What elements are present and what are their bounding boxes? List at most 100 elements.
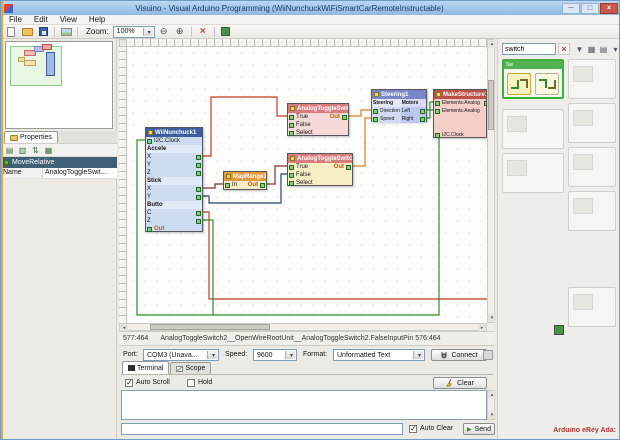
close-button[interactable]: × (600, 2, 618, 14)
auto-clear-checkbox[interactable] (409, 424, 417, 433)
pin-accel-y[interactable] (196, 162, 201, 168)
toolbox-item-digitaltoggleswitch[interactable] (535, 73, 559, 95)
pin-out[interactable] (483, 100, 486, 106)
block-analogtoggleswitch2[interactable]: AnalogToggleSwitch2 True Out False Select (287, 153, 353, 186)
menu-help[interactable]: Help (83, 15, 111, 24)
clear-button[interactable]: Clear (433, 377, 487, 389)
pin-accel-z[interactable] (196, 170, 201, 176)
table-view-icon[interactable]: ▦ (43, 145, 54, 156)
clear-search-icon[interactable]: × (558, 43, 570, 55)
maximize-button[interactable]: □ (581, 2, 599, 14)
canvas-vertical-scrollbar[interactable]: ▴ ▾ (487, 39, 496, 323)
pin-button-z[interactable] (196, 218, 201, 224)
pin-select[interactable] (289, 130, 294, 136)
wire[interactable] (203, 219, 214, 315)
pin-element1[interactable] (435, 100, 440, 106)
auto-scroll-checkbox[interactable] (125, 378, 133, 387)
panel-settings-icon[interactable] (483, 350, 493, 360)
canvas-horizontal-scrollbar[interactable]: ◂ ▸ (119, 323, 487, 332)
toolbox-group-switches[interactable]: Sw (502, 59, 564, 99)
toolbox-search-input[interactable] (502, 43, 556, 55)
zoom-combobox[interactable]: 100% (112, 25, 155, 38)
delete-button[interactable]: × (196, 26, 210, 38)
title-bar[interactable]: Visuino - Visual Arduino Programming (Wi… (1, 1, 619, 15)
terminal-output[interactable] (121, 390, 487, 420)
toolbox-group-disabled[interactable] (568, 191, 616, 231)
block-steering1[interactable]: Steering1 Steering Direction Speed Motor… (371, 89, 427, 123)
scroll-up-icon[interactable]: ▴ (488, 40, 496, 48)
pin-i2c-clock[interactable] (147, 138, 152, 144)
hold-checkbox[interactable] (187, 379, 195, 387)
toolbox-grid-view-icon[interactable]: ▦ (586, 43, 597, 55)
toolbox-group-disabled[interactable] (568, 287, 616, 327)
pin-out[interactable] (342, 114, 347, 120)
scroll-up-icon[interactable]: ▴ (488, 391, 496, 399)
pin-false[interactable] (289, 172, 294, 178)
toolbox-collapse-icon[interactable]: ▾ (610, 43, 619, 55)
tab-scope[interactable]: Scope (170, 362, 212, 374)
menu-edit[interactable]: Edit (28, 15, 54, 24)
filter-funnel-icon[interactable]: ▼ (574, 43, 585, 55)
property-value-cell[interactable]: AnalogToggleSwit... (43, 168, 117, 178)
wire[interactable] (353, 117, 371, 167)
sort-icon[interactable]: ⇅ (30, 145, 41, 156)
export-image-button[interactable] (59, 26, 73, 38)
scrollbar-thumb[interactable] (150, 324, 270, 330)
scroll-down-icon[interactable]: ▾ (488, 314, 496, 322)
category-view-icon[interactable]: ▤ (4, 145, 15, 156)
pin-direction[interactable] (373, 108, 378, 114)
block-maprange1[interactable]: MapRange1 In Out (223, 171, 267, 190)
pin-left[interactable] (420, 108, 425, 114)
format-combobox[interactable]: Unformatted Text (333, 349, 425, 361)
block-wiinunchuck1[interactable]: WiiNunchuck1 I2C.Clock Accele X Y Z Stic… (145, 127, 203, 232)
pin-i2c-clock[interactable] (435, 132, 440, 138)
tab-terminal[interactable]: Terminal (122, 361, 170, 374)
pin-in[interactable] (225, 182, 230, 188)
port-combobox[interactable]: COM3 (Unava... (143, 349, 219, 361)
board-select-button[interactable] (219, 26, 233, 38)
toolbox-group-disabled[interactable] (568, 59, 616, 99)
speed-combobox[interactable]: 9600 (253, 349, 297, 361)
pin-true[interactable] (289, 164, 294, 170)
minimize-button[interactable]: ─ (562, 2, 580, 14)
pin-out[interactable] (346, 164, 351, 170)
scrollbar-thumb[interactable] (488, 80, 494, 130)
tab-properties[interactable]: Properties (4, 131, 58, 143)
overview-minimap[interactable] (5, 41, 113, 129)
connect-button[interactable]: Connect (431, 349, 487, 361)
properties-object-header[interactable]: MoveRelative (1, 157, 117, 168)
toolbox-item-analogtoggleswitch[interactable] (507, 73, 531, 95)
row-view-icon[interactable]: ▥ (17, 145, 28, 156)
pin-false[interactable] (289, 122, 294, 128)
block-analogtoggleswitch1[interactable]: AnalogToggleSwitch1 True Out False Select (287, 103, 349, 136)
diagram-area[interactable]: WiiNunchuck1 I2C.Clock Accele X Y Z Stic… (127, 47, 487, 323)
wire[interactable] (267, 165, 287, 185)
block-makestructure1[interactable]: MakeStructure1 Elements.Analog Elements.… (433, 89, 487, 138)
pin-right[interactable] (420, 116, 425, 122)
pin-select[interactable] (289, 180, 294, 186)
wire[interactable] (349, 109, 371, 117)
pin-stick-y[interactable] (196, 194, 201, 200)
wire[interactable] (203, 183, 223, 189)
property-row-name[interactable]: Name AnalogToggleSwit... (1, 168, 117, 179)
menu-file[interactable]: File (3, 15, 28, 24)
pin-element2[interactable] (435, 108, 440, 114)
pin-accel-x[interactable] (196, 154, 201, 160)
menu-view[interactable]: View (54, 15, 83, 24)
toolbox-group-disabled[interactable] (568, 147, 616, 187)
toolbox-group-disabled[interactable] (502, 109, 564, 149)
pin-out[interactable] (260, 182, 265, 188)
zoom-in-button[interactable]: ⊕ (173, 26, 187, 38)
save-project-button[interactable] (36, 26, 50, 38)
pin-button-c[interactable] (196, 210, 201, 216)
terminal-scrollbar[interactable]: ▴ ▾ (487, 390, 496, 420)
zoom-out-button[interactable]: ⊖ (157, 26, 171, 38)
new-project-button[interactable] (4, 26, 18, 38)
toolbox-list-view-icon[interactable]: ▤ (598, 43, 609, 55)
toolbox-group-disabled[interactable] (502, 153, 564, 193)
send-button[interactable]: ▶ Send (463, 423, 495, 435)
pin-out[interactable] (147, 226, 152, 232)
wire[interactable] (203, 211, 487, 300)
send-text-input[interactable] (121, 423, 403, 435)
pin-true[interactable] (289, 114, 294, 120)
